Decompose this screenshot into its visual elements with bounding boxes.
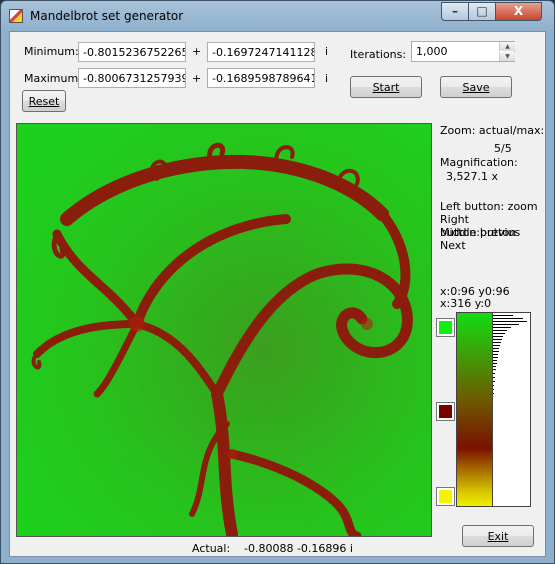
start-label: Start (372, 81, 400, 94)
reset-label: Reset (28, 95, 60, 108)
exit-button[interactable]: Exit (462, 525, 534, 547)
max-imag-input[interactable]: -0.16895987896411 (207, 68, 315, 88)
maximize-button[interactable]: □ (468, 2, 496, 21)
app-icon[interactable] (9, 9, 23, 23)
start-button[interactable]: Start (350, 76, 422, 98)
window-title: Mandelbrot set generator (30, 9, 184, 23)
minimize-icon: – (452, 4, 458, 18)
help-left: Left button: zoom (440, 200, 538, 213)
plus-sign: + (192, 45, 202, 58)
plus-sign: + (192, 72, 202, 85)
app-window: Mandelbrot set generator – □ X Minimum: … (0, 0, 555, 564)
julia-fractal-image (17, 124, 431, 536)
fractal-canvas[interactable] (16, 123, 432, 537)
close-button[interactable]: X (495, 2, 542, 21)
iterations-stepper[interactable]: 1,000 ▲ ▼ (411, 41, 515, 62)
help-middle: Middle button Next (440, 226, 517, 252)
imag-unit: i (325, 45, 329, 58)
reset-button[interactable]: Reset (22, 90, 66, 112)
iterations-value: 1,000 (416, 45, 448, 58)
coords-line-2: x:316 y:0 (440, 297, 492, 310)
magnification-value: 3,527.1 x (446, 170, 498, 183)
zoom-label: Zoom: actual/max: (440, 124, 545, 137)
spin-down-icon[interactable]: ▼ (499, 52, 515, 61)
min-imag-input[interactable]: -0.16972471411283 (207, 42, 315, 62)
color-swatch-top[interactable] (436, 318, 455, 337)
client-area: Minimum: -0.80152367522653 + -0.16972471… (9, 31, 546, 557)
magnification-label: Magnification: (440, 156, 518, 169)
close-icon: X (513, 4, 524, 18)
min-real-input[interactable]: -0.80152367522653 (78, 42, 186, 62)
spin-up-icon[interactable]: ▲ (499, 42, 515, 51)
exit-label: Exit (487, 530, 509, 543)
color-swatch-mid[interactable] (436, 402, 455, 421)
iteration-histogram (493, 312, 531, 507)
imag-unit: i (325, 72, 329, 85)
save-button[interactable]: Save (440, 76, 512, 98)
maximum-label: Maximum: (24, 72, 82, 85)
title-bar[interactable]: Mandelbrot set generator – □ X (1, 1, 554, 31)
actual-value: -0.80088 -0.16896 i (244, 542, 353, 555)
max-real-input[interactable]: -0.8006731257939 (78, 68, 186, 88)
save-label: Save (462, 81, 490, 94)
color-swatch-bottom[interactable] (436, 487, 455, 506)
minimum-label: Minimum: (24, 45, 79, 58)
iterations-label: Iterations: (350, 48, 407, 61)
maximize-icon: □ (476, 4, 488, 18)
actual-label: Actual: (192, 542, 231, 555)
minimize-button[interactable]: – (441, 2, 469, 21)
zoom-value: 5/5 (494, 142, 512, 155)
color-palette-bar[interactable] (456, 312, 493, 507)
